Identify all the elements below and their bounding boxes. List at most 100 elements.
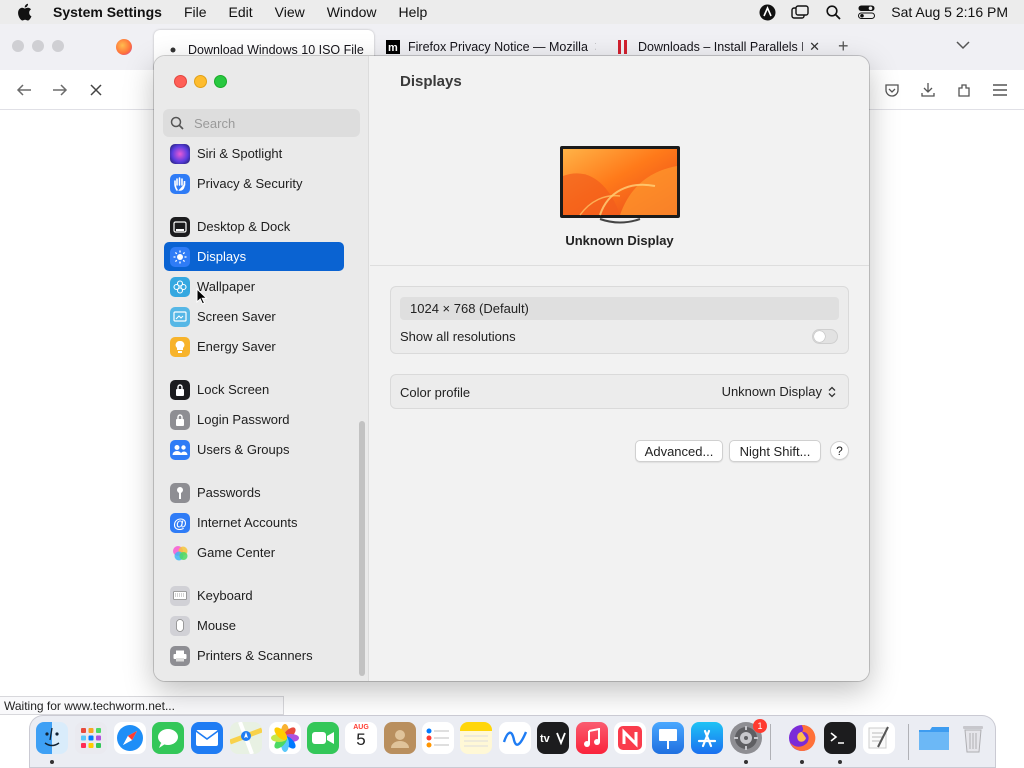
back-icon[interactable]	[15, 81, 33, 99]
dock-icon	[170, 216, 190, 237]
menu-window[interactable]: Window	[327, 4, 377, 20]
calendar-day: 5	[356, 730, 366, 749]
sidebar-item-screen-saver[interactable]: Screen Saver	[164, 302, 344, 331]
browser-zoom-icon[interactable]	[52, 40, 64, 52]
svg-text:tv: tv	[540, 733, 551, 745]
photos-icon[interactable]	[269, 722, 301, 754]
lock-icon	[170, 379, 190, 400]
music-icon[interactable]	[576, 722, 608, 754]
sidebar-item-label: Energy Saver	[197, 339, 276, 354]
trash-icon[interactable]	[957, 722, 989, 754]
safari-icon[interactable]	[114, 722, 146, 754]
bulb-icon	[170, 336, 190, 357]
sidebar-scrollbar[interactable]	[359, 421, 365, 676]
color-profile-label: Color profile	[400, 385, 471, 400]
menu-app-name[interactable]: System Settings	[53, 4, 162, 20]
color-profile-group: Color profile Unknown Display	[390, 374, 849, 409]
forward-icon[interactable]	[51, 81, 69, 99]
tab-loading-icon	[166, 43, 180, 57]
advanced-button[interactable]: Advanced...	[635, 440, 723, 462]
screen-mirroring-icon[interactable]	[791, 3, 809, 21]
search-input[interactable]	[194, 115, 354, 131]
stop-loading-icon[interactable]	[87, 81, 105, 99]
textedit-icon[interactable]	[863, 722, 895, 754]
finder-icon[interactable]	[36, 722, 68, 754]
spotlight-search-icon[interactable]	[824, 3, 842, 21]
browser-tab-title: Downloads – Install Parallels De	[638, 40, 804, 54]
dock-separator	[908, 724, 909, 760]
menu-clock[interactable]: Sat Aug 5 2:16 PM	[891, 4, 1008, 20]
apple-menu-icon[interactable]	[17, 3, 37, 21]
sidebar-item-wallpaper[interactable]: Wallpaper	[164, 272, 344, 301]
downloads-icon[interactable]	[919, 81, 937, 99]
downloads-folder-icon[interactable]	[918, 722, 950, 754]
firefox-view-icon[interactable]	[116, 39, 132, 55]
terminal-icon[interactable]	[824, 722, 856, 754]
sidebar-item-login-password[interactable]: Login Password	[164, 405, 344, 434]
window-zoom-icon[interactable]	[214, 75, 227, 88]
launchpad-icon[interactable]	[75, 722, 107, 754]
tab-close-icon[interactable]: ✕	[809, 39, 820, 55]
sidebar-item-label: Internet Accounts	[197, 515, 298, 530]
display-monitor-icon[interactable]	[560, 146, 680, 224]
display-name-label: Unknown Display	[565, 233, 674, 248]
facetime-icon[interactable]	[307, 722, 339, 754]
menu-help[interactable]: Help	[399, 4, 428, 20]
apple-tv-icon[interactable]: tv	[537, 722, 569, 754]
browser-tab-title: Download Windows 10 ISO File	[188, 43, 364, 57]
sidebar-item-printers-scanners[interactable]: Printers & Scanners	[164, 641, 344, 670]
sidebar-item-privacy-security[interactable]: Privacy & Security	[164, 169, 344, 198]
menu-view[interactable]: View	[275, 4, 305, 20]
sidebar-item-mouse[interactable]: Mouse	[164, 611, 344, 640]
menu-edit[interactable]: Edit	[229, 4, 253, 20]
running-indicator	[800, 760, 804, 764]
new-tab-icon[interactable]: +	[838, 36, 849, 57]
resolution-selected-row[interactable]: 1024 × 768 (Default)	[400, 297, 839, 320]
control-center-icon[interactable]	[857, 3, 875, 21]
sidebar-item-label: Privacy & Security	[197, 176, 303, 191]
sidebar-item-label: Mouse	[197, 618, 237, 633]
maps-icon[interactable]	[230, 722, 262, 754]
mail-icon[interactable]	[191, 722, 223, 754]
sidebar-item-lock-screen[interactable]: Lock Screen	[164, 375, 344, 404]
freeform-icon[interactable]	[499, 722, 531, 754]
sidebar-item-energy-saver[interactable]: Energy Saver	[164, 332, 344, 361]
sidebar-item-game-center[interactable]: Game Center	[164, 538, 344, 567]
sidebar-item-label: Siri & Spotlight	[197, 146, 283, 161]
sidebar-item-keyboard[interactable]: Keyboard	[164, 581, 344, 610]
keynote-icon[interactable]	[652, 722, 684, 754]
search-field[interactable]	[163, 109, 360, 137]
sidebar-item-users-groups[interactable]: Users & Groups	[164, 435, 344, 464]
user-status-icon[interactable]	[758, 3, 776, 21]
window-close-icon[interactable]	[174, 75, 187, 88]
flower-icon	[170, 276, 190, 297]
night-shift-button[interactable]: Night Shift...	[729, 440, 821, 462]
mouse-icon	[170, 615, 190, 636]
sidebar-item-passwords[interactable]: Passwords	[164, 478, 344, 507]
notes-icon[interactable]	[460, 722, 492, 754]
messages-icon[interactable]	[152, 722, 184, 754]
help-button[interactable]: ?	[830, 441, 849, 460]
contacts-icon[interactable]	[384, 722, 416, 754]
sidebar-item-label: Printers & Scanners	[197, 648, 313, 663]
extensions-icon[interactable]	[955, 81, 973, 99]
firefox-icon[interactable]	[786, 722, 818, 754]
menu-file[interactable]: File	[184, 4, 207, 20]
color-profile-select[interactable]: Unknown Display	[722, 384, 836, 399]
news-icon[interactable]	[614, 722, 646, 754]
show-all-resolutions-toggle[interactable]	[812, 329, 838, 344]
list-all-tabs-icon[interactable]	[956, 38, 970, 53]
sidebar-item-siri-spotlight[interactable]: Siri & Spotlight	[164, 144, 344, 168]
sidebar-item-desktop-dock[interactable]: Desktop & Dock	[164, 212, 344, 241]
calendar-icon[interactable]: AUG 5	[345, 722, 377, 754]
sidebar-item-displays[interactable]: Displays	[164, 242, 344, 271]
browser-minimize-icon[interactable]	[32, 40, 44, 52]
window-minimize-icon[interactable]	[194, 75, 207, 88]
pocket-icon[interactable]	[883, 81, 901, 99]
browser-close-icon[interactable]	[12, 40, 24, 52]
sidebar-item-internet-accounts[interactable]: @ Internet Accounts	[164, 508, 344, 537]
hamburger-menu-icon[interactable]	[991, 81, 1009, 99]
tab-close-icon[interactable]: ✕	[594, 39, 596, 55]
reminders-icon[interactable]	[422, 722, 454, 754]
app-store-icon[interactable]	[691, 722, 723, 754]
